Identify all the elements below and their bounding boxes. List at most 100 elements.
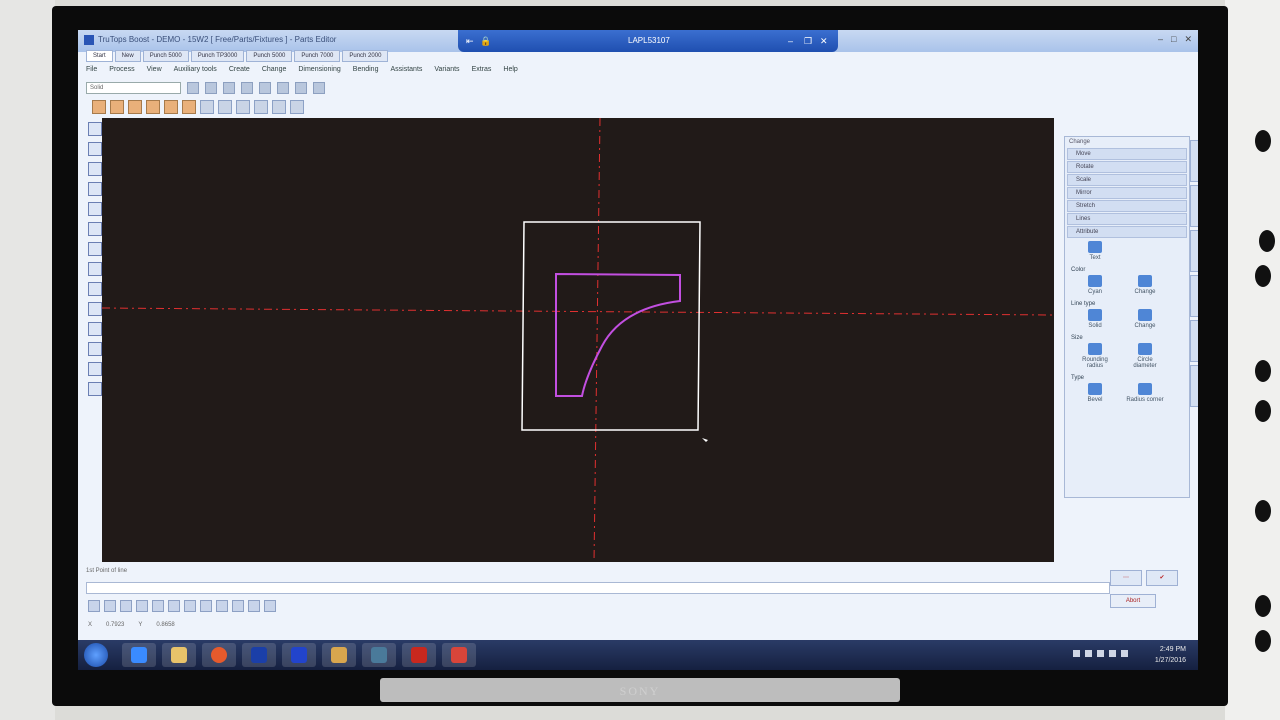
- menu-item[interactable]: Auxiliary tools: [174, 66, 217, 73]
- part-outline[interactable]: [555, 272, 681, 397]
- menu-item[interactable]: Process: [109, 66, 134, 73]
- document-tab[interactable]: Start: [86, 50, 113, 62]
- snap-center-icon[interactable]: [120, 600, 132, 612]
- document-tab[interactable]: Punch 5000: [142, 50, 189, 62]
- menu-item[interactable]: Help: [503, 66, 517, 73]
- snap-tangent-icon[interactable]: [168, 600, 180, 612]
- maximize-icon[interactable]: □: [1171, 34, 1176, 45]
- ie-app[interactable]: [122, 643, 156, 667]
- vertical-tab[interactable]: [1190, 185, 1198, 227]
- draw-arc-icon[interactable]: [88, 162, 102, 176]
- panel-row[interactable]: Lines: [1067, 213, 1187, 225]
- zoom-icon[interactable]: [259, 82, 271, 94]
- document-tab[interactable]: New: [114, 50, 141, 62]
- tool-app[interactable]: [322, 643, 356, 667]
- panel-row[interactable]: Attribute: [1067, 226, 1187, 238]
- pin-icon[interactable]: ⇤: [466, 36, 474, 47]
- bevel-tool[interactable]: Bevel: [1075, 383, 1115, 403]
- vertical-tab[interactable]: [1190, 365, 1198, 407]
- explorer-app[interactable]: [162, 643, 196, 667]
- menu-item[interactable]: View: [147, 66, 162, 73]
- paste-icon[interactable]: [146, 100, 160, 114]
- trim-icon[interactable]: [88, 222, 102, 236]
- panel-row[interactable]: Move: [1067, 148, 1187, 160]
- snap-polar-icon[interactable]: [232, 600, 244, 612]
- print-icon[interactable]: [313, 82, 325, 94]
- arc-icon[interactable]: [254, 100, 268, 114]
- pen-icon[interactable]: [205, 82, 217, 94]
- tray-icon[interactable]: [1085, 650, 1092, 657]
- panel-row[interactable]: Scale: [1067, 174, 1187, 186]
- menu-item[interactable]: Create: [229, 66, 250, 73]
- draw-polyline-icon[interactable]: [88, 142, 102, 156]
- rectangle-icon[interactable]: [218, 100, 232, 114]
- snap-midpoint-icon[interactable]: [104, 600, 116, 612]
- tray-icon[interactable]: [1097, 650, 1104, 657]
- menu-item[interactable]: File: [86, 66, 97, 73]
- linetype-change-tool[interactable]: Change: [1125, 309, 1165, 329]
- close-icon[interactable]: ✕: [1184, 34, 1192, 45]
- redo-icon[interactable]: [241, 82, 253, 94]
- radius-corner-tool[interactable]: Radius corner: [1125, 383, 1165, 403]
- document-tab[interactable]: Punch 7000: [294, 50, 341, 62]
- layer-icon[interactable]: [187, 82, 199, 94]
- delete-icon[interactable]: [88, 382, 102, 396]
- clock[interactable]: 2:49 PM 1/27/2016: [1155, 644, 1186, 666]
- trutops-app[interactable]: [242, 643, 276, 667]
- reader-app[interactable]: [442, 643, 476, 667]
- panel-row[interactable]: Mirror: [1067, 187, 1187, 199]
- offset-icon[interactable]: [88, 262, 102, 276]
- ok-button[interactable]: ✔: [1146, 570, 1178, 586]
- panel-row[interactable]: Stretch: [1067, 200, 1187, 212]
- volume-icon[interactable]: [1121, 650, 1128, 657]
- measure-icon[interactable]: [272, 100, 286, 114]
- menu-item[interactable]: Bending: [353, 66, 379, 73]
- draw-circle-icon[interactable]: [88, 182, 102, 196]
- new-part-icon[interactable]: [92, 100, 106, 114]
- circle-icon[interactable]: [236, 100, 250, 114]
- snap-intersection-icon[interactable]: [136, 600, 148, 612]
- document-tab[interactable]: Punch TP3000: [190, 50, 245, 62]
- menu-item[interactable]: Extras: [472, 66, 492, 73]
- rotate-icon[interactable]: [88, 342, 102, 356]
- restore-icon[interactable]: ❐: [804, 36, 812, 47]
- snap-endpoint-icon[interactable]: [88, 600, 100, 612]
- copy-icon[interactable]: [128, 100, 142, 114]
- minimize-icon[interactable]: –: [1158, 34, 1163, 45]
- snap-perpendicular-icon[interactable]: [152, 600, 164, 612]
- menu-item[interactable]: Dimensioning: [298, 66, 340, 73]
- view-icon[interactable]: [290, 100, 304, 114]
- fillet-icon[interactable]: [88, 282, 102, 296]
- menu-item[interactable]: Assistants: [390, 66, 422, 73]
- document-tab[interactable]: Punch 5000: [246, 50, 293, 62]
- scale-icon[interactable]: [88, 362, 102, 376]
- snap-relative-icon[interactable]: [216, 600, 228, 612]
- mirror-icon[interactable]: [88, 322, 102, 336]
- menu-item[interactable]: Variants: [434, 66, 459, 73]
- vertical-tab[interactable]: [1190, 320, 1198, 362]
- circle-diameter-tool[interactable]: Circle diameter: [1125, 343, 1165, 369]
- snap-offset-icon[interactable]: [248, 600, 260, 612]
- snap-angle-icon[interactable]: [264, 600, 276, 612]
- snap-grid-icon[interactable]: [184, 600, 196, 612]
- draw-rect-icon[interactable]: [88, 202, 102, 216]
- drawing-canvas[interactable]: [102, 118, 1054, 562]
- close-icon[interactable]: ✕: [820, 36, 828, 47]
- start-button[interactable]: [84, 643, 108, 667]
- open-icon[interactable]: [110, 100, 124, 114]
- line-icon[interactable]: [200, 100, 214, 114]
- vertical-tab[interactable]: [1190, 275, 1198, 317]
- command-input[interactable]: [86, 582, 1110, 594]
- onenote-app[interactable]: [282, 643, 316, 667]
- import-icon[interactable]: [182, 100, 196, 114]
- menu-item[interactable]: Change: [262, 66, 287, 73]
- minimize-icon[interactable]: –: [788, 36, 793, 46]
- vertical-tab[interactable]: [1190, 140, 1198, 182]
- save-icon[interactable]: [295, 82, 307, 94]
- snap-nearest-icon[interactable]: [200, 600, 212, 612]
- network-icon[interactable]: [1109, 650, 1116, 657]
- panel-row[interactable]: Rotate: [1067, 161, 1187, 173]
- rounding-radius-tool[interactable]: Rounding radius: [1075, 343, 1115, 369]
- text-tool[interactable]: Text: [1075, 241, 1115, 261]
- media-player-app[interactable]: [202, 643, 236, 667]
